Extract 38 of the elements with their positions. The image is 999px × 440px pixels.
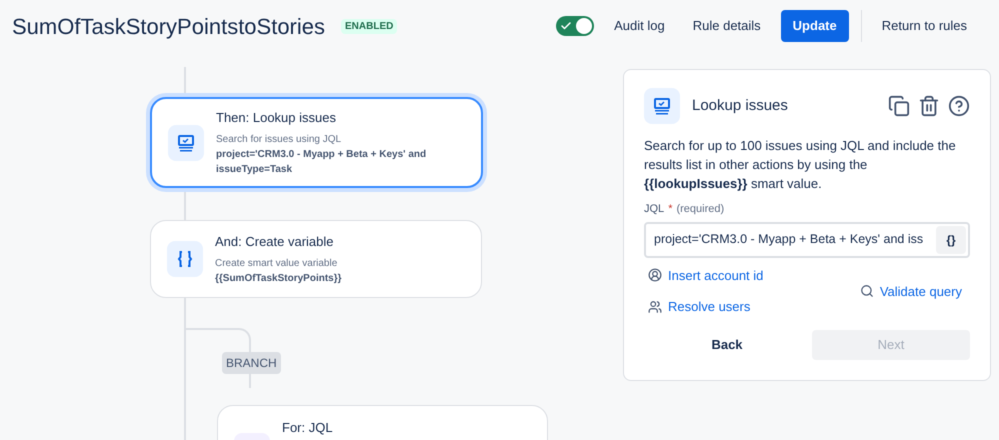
search-icon	[860, 284, 874, 298]
rule-node-card[interactable]: For: JQL	[217, 405, 548, 440]
delete-icon[interactable]	[918, 95, 940, 117]
header-link-button[interactable]: Rule details	[684, 10, 769, 42]
monitor-icon	[168, 124, 204, 160]
braces-icon	[167, 241, 203, 277]
copy-icon[interactable]	[888, 95, 910, 117]
jql-input-field[interactable]: project='CRM3.0 - Myapp + Beta + Keys' and iss {}	[644, 222, 970, 258]
check-icon	[560, 20, 572, 32]
user-icon	[648, 268, 662, 282]
panel-link[interactable]: Validate query	[860, 282, 962, 301]
node-subtitle: Create smart value variable	[215, 256, 338, 271]
panel-description: Search for up to 100 issues using JQL and include the results list in other actions by using the {{lookupIssues}} smart value.	[644, 137, 957, 193]
rule-node-card[interactable]: And: Create variable Create smart value variable {{SumOfTaskStoryPoints}}	[150, 220, 482, 298]
help-icon[interactable]	[948, 95, 970, 117]
field-hint: (required)	[676, 202, 724, 217]
panel-link[interactable]: Resolve users	[648, 297, 764, 316]
update-button[interactable]: Update	[780, 10, 849, 42]
back-button[interactable]: Back	[644, 330, 810, 360]
panel-link[interactable]: Insert account id	[648, 266, 764, 285]
branch-label: BRANCH	[222, 352, 281, 374]
node-detail: {{SumOfTaskStoryPoints}}	[215, 272, 343, 286]
status-label: ENABLED	[341, 18, 398, 34]
smart-value-button[interactable]: {}	[936, 226, 966, 254]
rule-title: SumOfTaskStoryPointstoStories	[12, 12, 326, 41]
node-subtitle: Search for issues using JQL	[216, 132, 342, 147]
enable-toggle[interactable]	[556, 16, 594, 36]
node-title: And: Create variable	[215, 233, 335, 252]
panel-title: Lookup issues	[692, 96, 788, 116]
required-mark: *	[668, 202, 672, 217]
header-link-button[interactable]: Audit log	[606, 10, 673, 42]
header-link-button[interactable]: Return to rules	[874, 10, 975, 42]
users-icon	[648, 300, 662, 314]
node-title: For: JQL	[282, 419, 333, 437]
node-detail: project='CRM3.0 - Myapp + Beta + Keys' and issueType=Task	[216, 148, 428, 177]
monitor-icon	[644, 88, 680, 124]
node-title: Then: Lookup issues	[216, 109, 337, 128]
field-label: JQL	[644, 202, 664, 217]
